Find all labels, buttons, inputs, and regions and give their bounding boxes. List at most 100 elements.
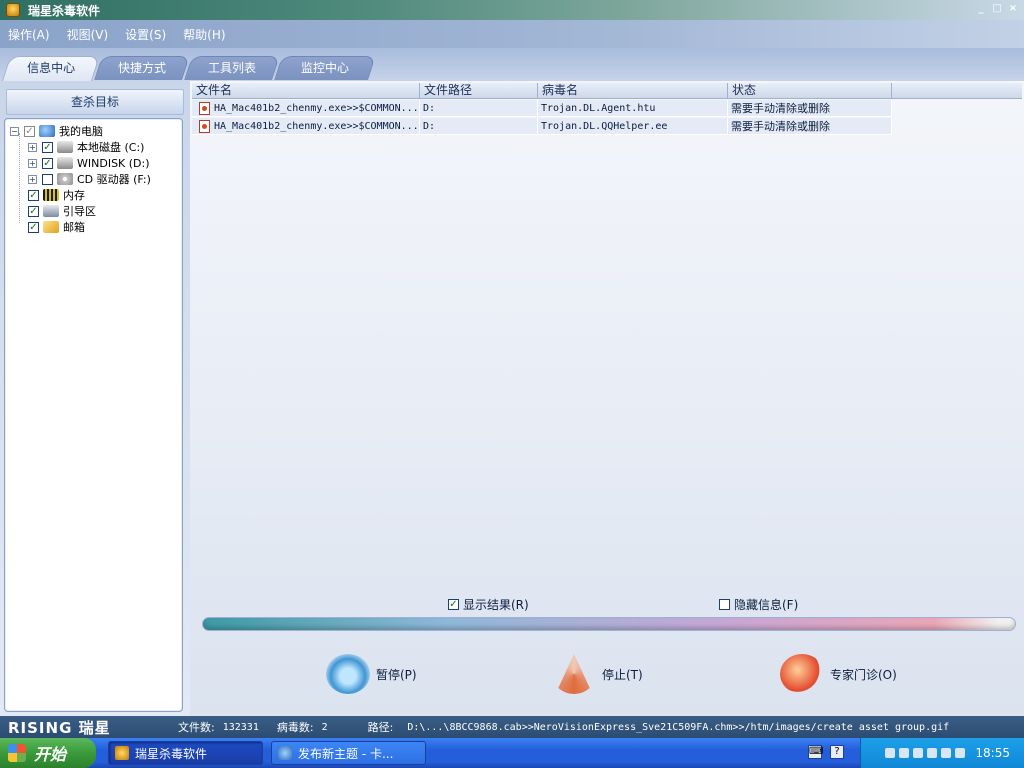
nvidia-icon[interactable] — [913, 748, 924, 758]
scan-path-value: D:\...\8BCC9868.cab>>NeroVisionExpress_S… — [407, 721, 950, 733]
cell-virus: Trojan.DL.QQHelper.ee — [538, 118, 728, 135]
computer-icon — [39, 125, 55, 137]
cell-path: D: — [420, 118, 538, 135]
scan-path-label: 路径: — [367, 721, 394, 734]
taskbar-item-rising[interactable]: 瑞星杀毒软件 — [108, 741, 263, 765]
tab-monitor-center[interactable]: 监控中心 — [274, 56, 376, 80]
expand-toggle[interactable]: + — [28, 142, 37, 152]
hide-info-checkbox[interactable] — [719, 599, 730, 610]
expert-clinic-button[interactable]: 专家门诊(O) — [780, 653, 897, 695]
coffee-cup-icon — [326, 654, 370, 694]
hard-disk-icon — [57, 157, 73, 169]
tree-node-memory[interactable]: ✓ 内存 — [5, 187, 182, 203]
mail-icon — [43, 221, 59, 233]
windows-taskbar: 开始 瑞星杀毒软件 发布新主题 - 卡... ⌨ ? 18:55 — [0, 738, 1024, 768]
tree-node-drive-c[interactable]: + ✓ 本地磁盘 (C:) — [5, 139, 182, 155]
status-bar: RISING 瑞星 文件数: 132331 病毒数: 2 路径: D:\...\… — [0, 716, 1024, 738]
results-table-header: 文件名 文件路径 病毒名 状态 — [192, 83, 1022, 99]
language-bar: ⌨ ? — [808, 745, 844, 759]
tree-node-boot-sector[interactable]: ✓ 引导区 — [5, 203, 182, 219]
memory-checkbox[interactable]: ✓ — [28, 189, 39, 201]
collapse-toggle[interactable]: − — [10, 126, 19, 136]
filename-text: HA_Mac401b2_chenmy.exe>>$COMMON... — [214, 103, 419, 114]
scan-target-panel: 查杀目标 − ✓ 我的电脑 + ✓ 本地磁盘 (C:) + ✓ WINDISK … — [0, 81, 190, 716]
traffic-cone-icon — [555, 654, 593, 694]
drive-f-checkbox[interactable] — [42, 173, 53, 185]
taskbar-item-label: 发布新主题 - 卡... — [298, 746, 394, 761]
scan-progress-bar — [202, 617, 1016, 631]
restore-button[interactable]: □ — [990, 2, 1004, 16]
drive-d-checkbox[interactable]: ✓ — [42, 157, 53, 169]
column-status[interactable]: 状态 — [728, 83, 892, 99]
minimize-button[interactable]: _ — [974, 2, 988, 16]
rising-logo-icon — [6, 3, 20, 17]
column-virusname[interactable]: 病毒名 — [538, 83, 728, 99]
tree-label: 我的电脑 — [59, 125, 103, 138]
show-results-checkbox[interactable]: ✓ — [448, 599, 459, 610]
tab-bar: 信息中心 快捷方式 工具列表 监控中心 — [0, 48, 1024, 81]
column-filepath[interactable]: 文件路径 — [420, 83, 538, 99]
virus-count-label: 病毒数: — [276, 721, 314, 734]
infected-file-icon — [199, 120, 210, 133]
expert-label: 专家门诊(O) — [830, 667, 897, 682]
display-icon[interactable] — [927, 748, 938, 758]
volume-icon[interactable] — [941, 748, 952, 758]
tab-info-center[interactable]: 信息中心 — [1, 56, 101, 81]
window-title: 瑞星杀毒软件 — [28, 3, 101, 18]
show-results-option[interactable]: ✓ 显示结果(R) — [448, 596, 529, 613]
infected-file-icon — [199, 102, 210, 115]
tree-node-my-computer[interactable]: − ✓ 我的电脑 — [5, 123, 182, 139]
start-button[interactable]: 开始 — [0, 738, 96, 768]
network-icon[interactable] — [885, 748, 896, 758]
umbrella-icon[interactable] — [955, 748, 966, 758]
tree-node-drive-f[interactable]: + CD 驱动器 (F:) — [5, 171, 182, 187]
scan-target-header: 查杀目标 — [6, 89, 184, 115]
tab-tools[interactable]: 工具列表 — [184, 56, 280, 80]
title-bar: 瑞星杀毒软件 _ □ × — [0, 0, 1024, 20]
tab-shortcuts[interactable]: 快捷方式 — [94, 56, 190, 80]
tree-label: 邮箱 — [63, 221, 85, 234]
keyboard-icon[interactable]: ⌨ — [808, 745, 823, 759]
table-row[interactable]: HA_Mac401b2_chenmy.exe>>$COMMON... D: Tr… — [192, 100, 892, 117]
table-row[interactable]: HA_Mac401b2_chenmy.exe>>$COMMON... D: Tr… — [192, 118, 892, 135]
tree-node-mailbox[interactable]: ✓ 邮箱 — [5, 219, 182, 235]
mailbox-checkbox[interactable]: ✓ — [28, 221, 39, 233]
close-button[interactable]: × — [1006, 2, 1020, 16]
pause-button[interactable]: 暂停(P) — [326, 653, 417, 695]
menu-view[interactable]: 视图(V) — [67, 26, 109, 43]
cd-drive-icon — [57, 173, 73, 185]
cell-virus: Trojan.DL.Agent.htu — [538, 100, 728, 117]
tree-label: WINDISK (D:) — [77, 156, 150, 170]
menu-settings[interactable]: 设置(S) — [125, 26, 166, 43]
virus-count-value: 2 — [321, 721, 328, 733]
stop-label: 停止(T) — [602, 667, 643, 682]
taskbar-item-label: 瑞星杀毒软件 — [135, 746, 208, 761]
drive-c-checkbox[interactable]: ✓ — [42, 141, 53, 153]
windows-logo-icon — [8, 744, 26, 762]
results-area: 文件名 文件路径 病毒名 状态 HA_Mac401b2_chenmy.exe>>… — [190, 81, 1024, 716]
expand-toggle[interactable]: + — [28, 158, 37, 168]
tree-label: 引导区 — [63, 205, 96, 218]
boot-sector-checkbox[interactable]: ✓ — [28, 205, 39, 217]
tab-monitor-center-label: 监控中心 — [300, 61, 349, 75]
menu-help[interactable]: 帮助(H) — [183, 26, 225, 43]
hide-info-option[interactable]: 隐藏信息(F) — [719, 596, 798, 613]
tree-node-drive-d[interactable]: + ✓ WINDISK (D:) — [5, 155, 182, 171]
start-label: 开始 — [34, 745, 67, 764]
cell-status: 需要手动清除或删除 — [728, 118, 892, 135]
help-icon[interactable]: ? — [830, 745, 844, 759]
my-computer-checkbox[interactable]: ✓ — [24, 125, 35, 137]
menu-operate[interactable]: 操作(A) — [8, 26, 50, 43]
stop-button[interactable]: 停止(T) — [552, 653, 643, 695]
filename-text: HA_Mac401b2_chenmy.exe>>$COMMON... — [214, 121, 419, 132]
cell-path: D: — [420, 100, 538, 117]
expand-toggle[interactable]: + — [28, 174, 37, 184]
boot-sector-icon — [43, 205, 59, 217]
taskbar-item-browser[interactable]: 发布新主题 - 卡... — [271, 741, 426, 765]
tree-label: CD 驱动器 (F:) — [77, 173, 151, 186]
column-filename[interactable]: 文件名 — [192, 83, 420, 99]
monitor-icon[interactable] — [899, 748, 910, 758]
cell-filename: HA_Mac401b2_chenmy.exe>>$COMMON... — [192, 118, 420, 135]
rising-app-icon — [115, 746, 129, 760]
cell-status: 需要手动清除或删除 — [728, 100, 892, 117]
